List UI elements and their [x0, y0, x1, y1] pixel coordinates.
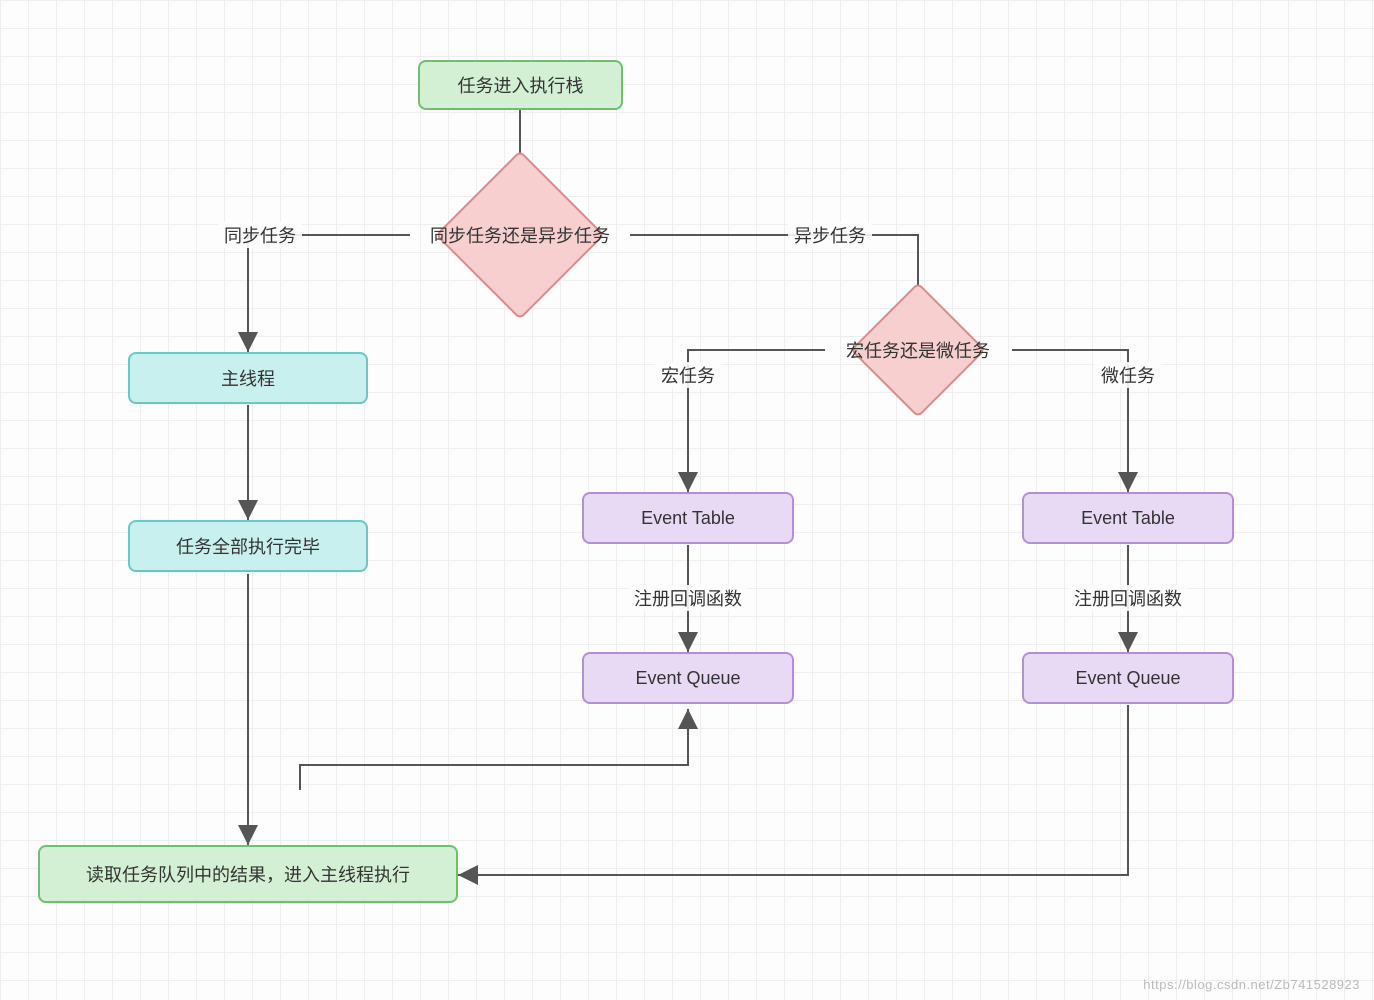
- label-all-done: 任务全部执行完毕: [176, 533, 320, 559]
- node-event-queue-micro: Event Queue: [1022, 652, 1234, 704]
- edge-register-macro: 注册回调函数: [628, 585, 748, 611]
- label-finish: 读取任务队列中的结果，进入主线程执行: [86, 861, 410, 887]
- edge-macro: 宏任务: [655, 362, 721, 388]
- node-event-table-macro: Event Table: [582, 492, 794, 544]
- label-decision2: 宏任务还是微任务: [810, 330, 1026, 370]
- edge-sync: 同步任务: [218, 222, 302, 248]
- edge-async: 异步任务: [788, 222, 872, 248]
- node-event-table-micro: Event Table: [1022, 492, 1234, 544]
- label-main-thread: 主线程: [221, 365, 275, 391]
- watermark: https://blog.csdn.net/Zb741528923: [1143, 977, 1360, 992]
- label-start: 任务进入执行栈: [458, 72, 584, 98]
- label-event-queue-macro: Event Queue: [635, 668, 740, 689]
- label-event-table-micro: Event Table: [1081, 508, 1175, 529]
- node-main-thread: 主线程: [128, 352, 368, 404]
- node-all-done: 任务全部执行完毕: [128, 520, 368, 572]
- edge-register-micro: 注册回调函数: [1068, 585, 1188, 611]
- label-event-queue-micro: Event Queue: [1075, 668, 1180, 689]
- label-decision1: 同步任务还是异步任务: [400, 212, 640, 258]
- node-start: 任务进入执行栈: [418, 60, 623, 110]
- label-event-table-macro: Event Table: [641, 508, 735, 529]
- node-finish: 读取任务队列中的结果，进入主线程执行: [38, 845, 458, 903]
- edge-micro: 微任务: [1095, 362, 1161, 388]
- node-event-queue-macro: Event Queue: [582, 652, 794, 704]
